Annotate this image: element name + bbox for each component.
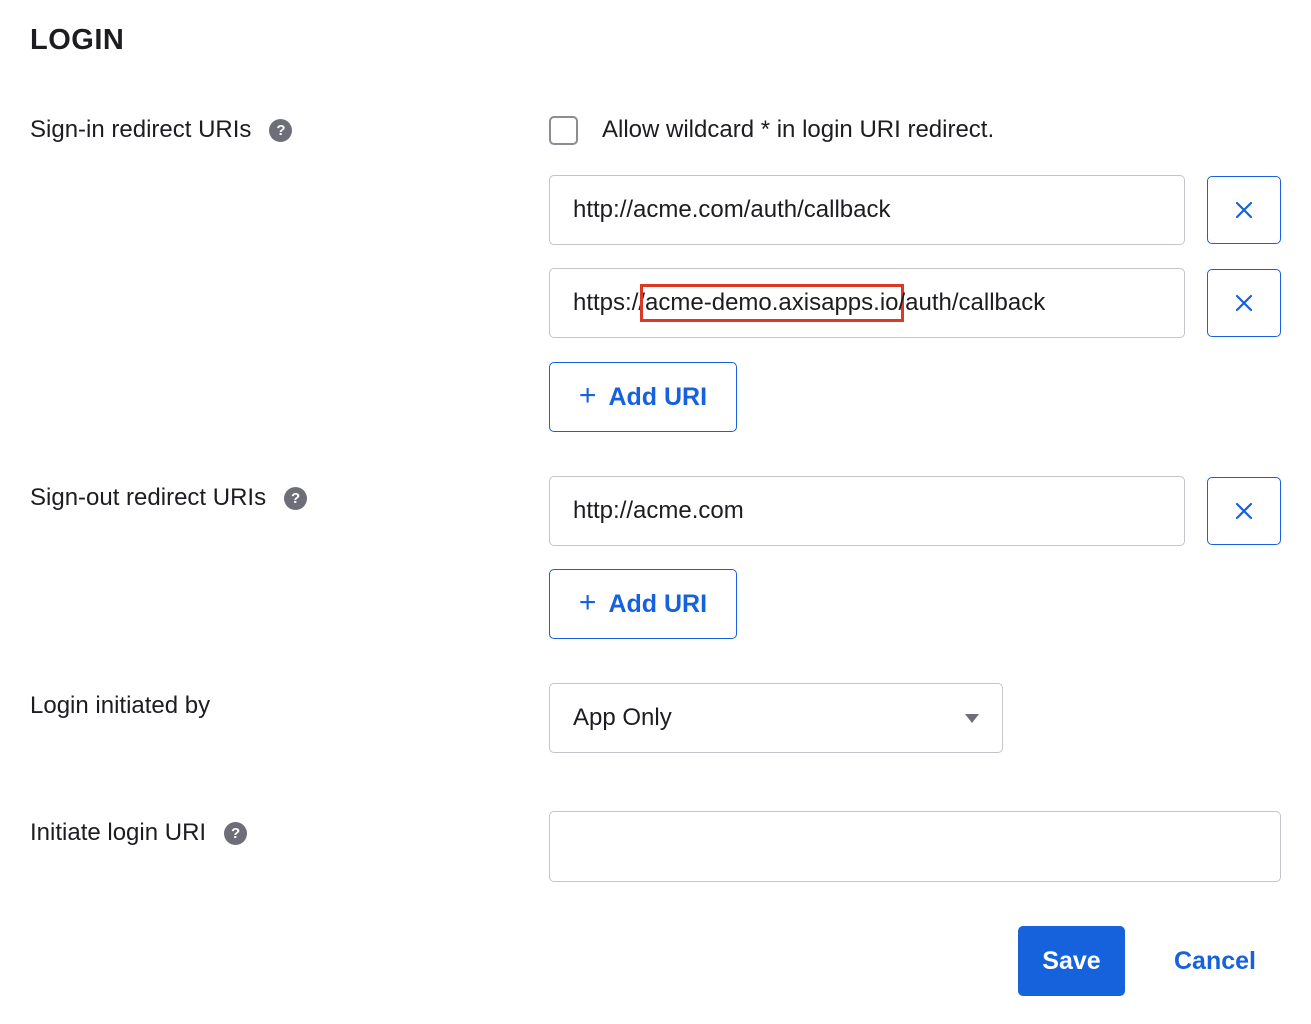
signout-uri-input-1[interactable]: http://acme.com [549, 476, 1185, 546]
help-icon[interactable]: ? [284, 486, 308, 510]
signin-redirect-label-row: Sign-in redirect URIs ? [30, 112, 293, 148]
add-uri-label: Add URI [608, 382, 708, 411]
add-uri-label: Add URI [608, 589, 708, 618]
signin-uri-value: http://acme.com/auth/callback [573, 196, 891, 223]
signin-uri-input-1[interactable]: http://acme.com/auth/callback [549, 175, 1185, 245]
signin-redirect-label: Sign-in redirect URIs [30, 116, 252, 143]
signin-uri-input-2[interactable]: https://acme-demo.axisapps.io/auth/callb… [549, 268, 1185, 338]
wildcard-option: Allow wildcard * in login URI redirect. [549, 112, 994, 148]
close-icon [1235, 294, 1253, 312]
close-icon [1235, 201, 1253, 219]
login-initiated-value: App Only [573, 704, 672, 731]
login-initiated-label: Login initiated by [30, 692, 211, 719]
plus-icon: + [578, 586, 597, 619]
help-icon[interactable]: ? [224, 821, 248, 845]
login-initiated-select[interactable]: App Only [549, 683, 1003, 753]
login-initiated-label-row: Login initiated by [30, 688, 210, 724]
remove-signout-uri-1-button[interactable] [1207, 477, 1281, 545]
initiate-login-uri-label: Initiate login URI [30, 819, 207, 846]
caret-down-icon [965, 713, 979, 723]
login-settings-panel: LOGIN Sign-in redirect URIs ? Allow wild… [0, 0, 1311, 1024]
initiate-login-uri-input[interactable] [549, 811, 1281, 882]
close-icon [1235, 502, 1253, 520]
signout-redirect-label-row: Sign-out redirect URIs ? [30, 480, 308, 516]
plus-icon: + [578, 379, 597, 412]
signout-redirect-label: Sign-out redirect URIs [30, 484, 267, 511]
signin-uri-prefix: https:// [573, 289, 646, 316]
help-icon[interactable]: ? [269, 118, 293, 142]
add-signin-uri-button[interactable]: + Add URI [549, 362, 737, 432]
wildcard-checkbox[interactable] [549, 115, 578, 145]
wildcard-label: Allow wildcard * in login URI redirect. [602, 116, 995, 143]
remove-signin-uri-1-button[interactable] [1207, 176, 1281, 244]
signin-uri-suffix: /auth/callback [898, 289, 1046, 316]
remove-signin-uri-2-button[interactable] [1207, 269, 1281, 337]
initiate-login-uri-label-row: Initiate login URI ? [30, 815, 248, 851]
save-button[interactable]: Save [1018, 926, 1125, 996]
highlighted-domain: acme-demo.axisapps.io [640, 284, 904, 322]
add-signout-uri-button[interactable]: + Add URI [549, 569, 737, 639]
signout-uri-value: http://acme.com [573, 497, 744, 524]
section-title: LOGIN [30, 24, 125, 56]
cancel-button[interactable]: Cancel [1150, 926, 1280, 996]
